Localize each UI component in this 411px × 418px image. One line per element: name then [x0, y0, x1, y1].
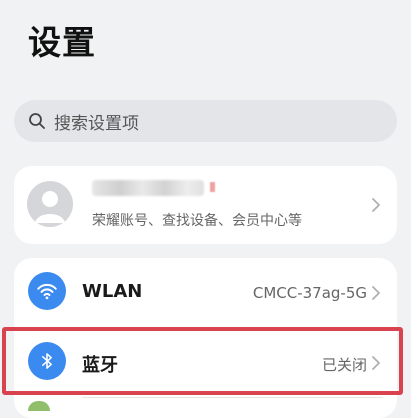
user-avatar-icon — [27, 181, 73, 227]
chevron-right-icon — [372, 286, 380, 300]
search-placeholder: 搜索设置项 — [54, 113, 139, 134]
row-divider — [82, 397, 383, 398]
connectivity-card: WLAN CMCC-37ag-5G 蓝牙 已关闭 — [14, 258, 397, 418]
settings-item-bluetooth[interactable]: 蓝牙 已关闭 — [14, 328, 397, 398]
chevron-right-icon — [372, 356, 380, 370]
page-title: 设置 — [28, 23, 96, 62]
bluetooth-status: 已关闭 — [321, 356, 367, 374]
account-subtitle: 荣耀账号、查找设备、会员中心等 — [92, 213, 302, 229]
wifi-icon — [28, 272, 66, 310]
chevron-right-icon — [372, 198, 380, 212]
search-icon — [29, 113, 45, 129]
account-card[interactable]: 荣耀账号、查找设备、会员中心等 — [14, 166, 397, 244]
search-bar[interactable]: 搜索设置项 — [14, 100, 397, 142]
settings-item-wlan[interactable]: WLAN CMCC-37ag-5G — [14, 258, 397, 328]
wlan-network-name: CMCC-37ag-5G — [252, 284, 367, 302]
bluetooth-label: 蓝牙 — [82, 355, 118, 376]
wlan-label: WLAN — [82, 281, 143, 302]
bluetooth-icon — [28, 342, 66, 380]
account-name-blurred — [92, 180, 204, 196]
account-name-blurred-mark — [210, 182, 215, 192]
